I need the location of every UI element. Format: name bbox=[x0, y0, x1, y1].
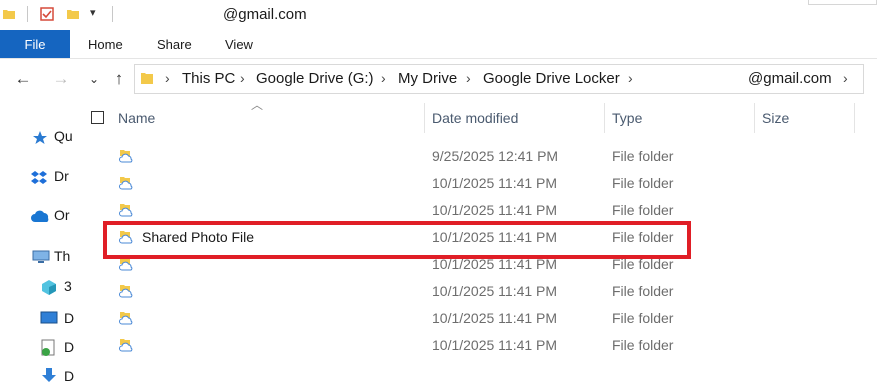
file-date-modified: 10/1/2025 11:41 PM bbox=[432, 283, 558, 299]
file-date-modified: 10/1/2025 11:41 PM bbox=[432, 337, 558, 353]
sort-ascending-icon: ︿ bbox=[251, 98, 264, 112]
up-arrow-icon[interactable]: ↑ bbox=[108, 66, 130, 92]
cloud-folder-icon bbox=[119, 339, 133, 352]
file-type: File folder bbox=[612, 310, 674, 326]
cloud-folder-icon bbox=[119, 177, 133, 190]
table-row[interactable]: 10/1/2025 11:41 PM File folder bbox=[110, 310, 810, 337]
file-type: File folder bbox=[612, 283, 674, 299]
title-bar bbox=[0, 0, 877, 30]
divider bbox=[27, 6, 28, 22]
pc-icon bbox=[32, 250, 50, 263]
desktop-icon bbox=[40, 311, 58, 324]
table-row[interactable]: 9/25/2025 12:41 PM File folder bbox=[110, 148, 810, 175]
file-type: File folder bbox=[612, 202, 674, 218]
nav-item-label: Qu bbox=[54, 128, 73, 144]
3d-objects-icon bbox=[42, 280, 56, 295]
file-date-modified: 9/25/2025 12:41 PM bbox=[432, 148, 559, 164]
recent-locations-chevron-icon[interactable]: ⌄ bbox=[83, 66, 105, 92]
breadcrumb-google-drive[interactable]: Google Drive (G:) bbox=[256, 70, 374, 87]
ribbon bbox=[0, 30, 877, 59]
onedrive-icon bbox=[31, 210, 49, 222]
file-type: File folder bbox=[612, 148, 674, 164]
tab-share[interactable]: Share bbox=[157, 30, 192, 58]
breadcrumb-separator-icon[interactable]: › bbox=[843, 70, 848, 86]
breadcrumb-google-drive-locker[interactable]: Google Drive Locker bbox=[483, 70, 620, 87]
breadcrumb-separator-icon[interactable]: › bbox=[381, 70, 386, 86]
nav-item-label: 3 bbox=[64, 278, 72, 294]
breadcrumb-separator-icon[interactable]: › bbox=[628, 70, 633, 86]
dropbox-icon bbox=[31, 171, 47, 184]
table-row[interactable]: 10/1/2025 11:41 PM File folder bbox=[110, 283, 810, 310]
nav-item-label: Th bbox=[54, 248, 71, 264]
cloud-folder-icon bbox=[119, 204, 133, 217]
column-header-type[interactable]: Type bbox=[612, 110, 642, 126]
cloud-folder-icon bbox=[119, 312, 133, 325]
nav-item-label: D bbox=[64, 310, 74, 326]
file-type: File folder bbox=[612, 175, 674, 191]
window-controls[interactable] bbox=[808, 0, 877, 5]
file-type: File folder bbox=[612, 337, 674, 353]
folder-icon bbox=[141, 73, 153, 84]
breadcrumb-this-pc[interactable]: This PC bbox=[182, 70, 235, 87]
tab-home[interactable]: Home bbox=[88, 30, 123, 58]
file-date-modified: 10/1/2025 11:41 PM bbox=[432, 310, 558, 326]
file-date-modified: 10/1/2025 11:41 PM bbox=[432, 175, 558, 191]
back-arrow-icon[interactable]: ← bbox=[12, 66, 34, 92]
tab-view[interactable]: View bbox=[225, 30, 253, 58]
documents-icon bbox=[41, 339, 55, 356]
table-row[interactable]: 10/1/2025 11:41 PM File folder bbox=[110, 256, 810, 283]
cloud-folder-icon bbox=[119, 285, 133, 298]
breadcrumb-account[interactable]: @gmail.com bbox=[748, 70, 832, 87]
divider bbox=[112, 6, 113, 22]
highlight-box bbox=[103, 221, 691, 259]
properties-check-icon[interactable] bbox=[40, 7, 54, 21]
column-divider[interactable] bbox=[424, 103, 425, 133]
column-divider[interactable] bbox=[754, 103, 755, 133]
breadcrumb-separator-icon[interactable]: › bbox=[165, 70, 170, 86]
nav-item-label: D bbox=[64, 339, 74, 355]
column-divider[interactable] bbox=[604, 103, 605, 133]
star-icon bbox=[33, 131, 47, 144]
column-divider[interactable] bbox=[854, 103, 855, 133]
file-tab[interactable]: File bbox=[0, 30, 70, 58]
folder-icon bbox=[3, 10, 15, 19]
forward-arrow-icon[interactable]: → bbox=[50, 66, 72, 92]
column-header-date-modified[interactable]: Date modified bbox=[432, 110, 518, 126]
cloud-folder-icon bbox=[119, 150, 133, 163]
nav-item-label: Dr bbox=[54, 168, 69, 184]
breadcrumb-my-drive[interactable]: My Drive bbox=[398, 70, 457, 87]
table-row[interactable]: 10/1/2025 11:41 PM File folder bbox=[110, 337, 810, 364]
select-all-checkbox[interactable] bbox=[91, 111, 104, 124]
window-title: @gmail.com bbox=[223, 6, 307, 23]
customize-toolbar-chevron-icon[interactable]: ▾ bbox=[90, 6, 96, 19]
table-row[interactable]: 10/1/2025 11:41 PM File folder bbox=[110, 175, 810, 202]
downloads-icon bbox=[42, 368, 56, 382]
new-folder-icon[interactable] bbox=[66, 7, 80, 21]
column-header-name[interactable]: Name bbox=[118, 110, 155, 126]
breadcrumb-separator-icon[interactable]: › bbox=[240, 70, 245, 86]
breadcrumb-separator-icon[interactable]: › bbox=[466, 70, 471, 86]
nav-item-label: Or bbox=[54, 207, 70, 223]
file-date-modified: 10/1/2025 11:41 PM bbox=[432, 202, 558, 218]
nav-item-label: D bbox=[64, 368, 74, 384]
column-header-size[interactable]: Size bbox=[762, 110, 789, 126]
